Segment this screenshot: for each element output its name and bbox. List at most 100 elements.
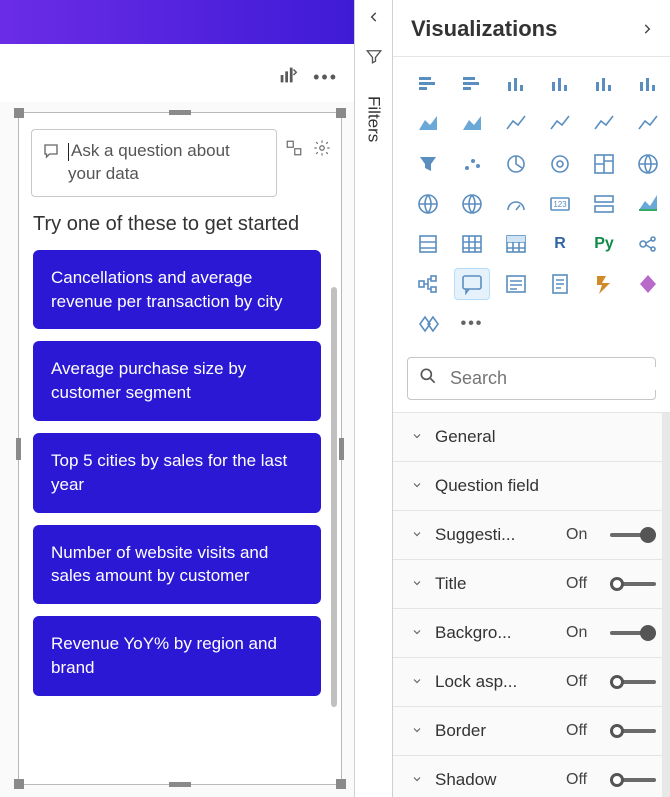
viz-line-stacked-icon[interactable] — [543, 109, 577, 139]
viz-key-influencers-icon[interactable] — [631, 229, 665, 259]
scrollbar[interactable] — [331, 177, 337, 744]
viz-more-visuals-icon[interactable] — [411, 309, 445, 339]
qna-visual[interactable]: Ask a question about your data Try one o… — [18, 112, 342, 785]
viz-line-icon[interactable] — [631, 69, 665, 99]
format-section[interactable]: Lock asp...Off — [393, 658, 670, 707]
gear-icon[interactable] — [313, 139, 331, 162]
viz-waterfall-icon[interactable] — [631, 109, 665, 139]
resize-handle[interactable] — [339, 438, 344, 460]
search-input[interactable] — [448, 367, 670, 390]
convert-visual-icon[interactable] — [285, 139, 303, 162]
viz-card-icon[interactable]: 123 — [543, 189, 577, 219]
toggle-switch[interactable] — [610, 673, 656, 691]
viz-area-icon[interactable] — [411, 109, 445, 139]
viz-clustered-bar-icon[interactable] — [455, 69, 489, 99]
resize-handle[interactable] — [16, 438, 21, 460]
suggestions-list: Cancellations and average revenue per tr… — [29, 250, 335, 763]
viz-multi-row-card-icon[interactable] — [587, 189, 621, 219]
suggestions-heading: Try one of these to get started — [33, 213, 331, 236]
toggle-switch[interactable] — [610, 526, 656, 544]
viz-stacked-bar-icon[interactable] — [411, 69, 445, 99]
scrollbar[interactable] — [662, 413, 670, 797]
format-section-label: Shadow — [435, 770, 556, 790]
viz-stacked-area-icon[interactable] — [455, 109, 489, 139]
viz-smart-narrative-icon[interactable] — [499, 269, 533, 299]
filters-pane-collapsed[interactable]: Filters — [355, 0, 393, 797]
viz-shape-map-icon[interactable] — [455, 189, 489, 219]
resize-handle[interactable] — [169, 110, 191, 115]
suggestion-item[interactable]: Average purchase size by customer segmen… — [33, 341, 321, 421]
toggle-switch[interactable] — [610, 771, 656, 789]
resize-handle[interactable] — [169, 782, 191, 787]
more-options-icon[interactable]: ••• — [313, 67, 338, 88]
format-section[interactable]: Question field — [393, 462, 670, 511]
toggle-state-label: On — [566, 624, 600, 642]
chevron-down-icon — [411, 427, 425, 447]
toggle-switch[interactable] — [610, 722, 656, 740]
suggestion-item[interactable]: Number of website visits and sales amoun… — [33, 525, 321, 605]
suggestion-item[interactable]: Top 5 cities by sales for the last year — [33, 433, 321, 513]
resize-handle[interactable] — [336, 779, 346, 789]
chevron-down-icon — [411, 721, 425, 741]
resize-handle[interactable] — [14, 108, 24, 118]
filter-funnel-icon[interactable] — [365, 47, 383, 70]
viz-python-visual-icon[interactable]: Py — [587, 229, 621, 259]
viz-power-apps-icon[interactable] — [631, 269, 665, 299]
ribbon-accent-bar — [0, 0, 354, 44]
viz-clustered-column-icon[interactable] — [543, 69, 577, 99]
chat-icon — [42, 142, 60, 167]
toggle-state-label: Off — [566, 575, 600, 593]
qna-question-input[interactable]: Ask a question about your data — [31, 129, 277, 197]
viz-stacked-column-icon[interactable] — [499, 69, 533, 99]
format-section[interactable]: TitleOff — [393, 560, 670, 609]
search-icon — [418, 366, 438, 391]
toggle-switch[interactable] — [610, 624, 656, 642]
viz-gauge-icon[interactable] — [499, 189, 533, 219]
viz-map-icon[interactable] — [631, 149, 665, 179]
toggle-switch[interactable] — [610, 575, 656, 593]
chevron-down-icon — [411, 476, 425, 496]
svg-text:123: 123 — [553, 200, 567, 209]
resize-handle[interactable] — [336, 108, 346, 118]
viz-more-options-icon[interactable]: ••• — [455, 309, 489, 339]
format-section[interactable]: General — [393, 413, 670, 462]
format-section-label: Suggesti... — [435, 525, 556, 545]
format-properties-list: General Question field Suggesti... On Tit… — [393, 413, 670, 797]
viz-ribbon-icon[interactable] — [587, 109, 621, 139]
viz-slicer-icon[interactable] — [411, 229, 445, 259]
chevron-down-icon — [411, 574, 425, 594]
viz-pie-icon[interactable] — [499, 149, 533, 179]
viz-funnel-icon[interactable] — [411, 149, 445, 179]
suggestion-item[interactable]: Cancellations and average revenue per tr… — [33, 250, 321, 330]
resize-handle[interactable] — [14, 779, 24, 789]
format-section[interactable]: Suggesti... On — [393, 511, 670, 560]
format-search[interactable] — [407, 357, 656, 400]
format-section-label: Backgro... — [435, 623, 556, 643]
pin-visual-icon[interactable] — [277, 64, 299, 91]
viz-qna-icon[interactable] — [455, 269, 489, 299]
viz-table-icon[interactable] — [455, 229, 489, 259]
viz-kpi-icon[interactable] — [631, 189, 665, 219]
viz-matrix-icon[interactable] — [499, 229, 533, 259]
viz-decomposition-tree-icon[interactable] — [411, 269, 445, 299]
viz-r-visual-icon[interactable]: R — [543, 229, 577, 259]
toggle-state-label: Off — [566, 722, 600, 740]
toggle-state-label: On — [566, 526, 600, 544]
format-section[interactable]: ShadowOff — [393, 756, 670, 797]
chevron-right-icon[interactable] — [640, 16, 654, 42]
viz-donut-icon[interactable] — [543, 149, 577, 179]
viz-line-clustered-icon[interactable] — [499, 109, 533, 139]
viz-scatter-icon[interactable] — [455, 149, 489, 179]
visualizations-pane: Visualizations 123RPy••• General Questio… — [393, 0, 670, 797]
viz-filled-map-icon[interactable] — [411, 189, 445, 219]
suggestion-item[interactable]: Revenue YoY% by region and brand — [33, 616, 321, 696]
chevron-left-icon[interactable] — [367, 10, 381, 29]
viz-power-automate-icon[interactable] — [587, 269, 621, 299]
viz-stacked-column-100-icon[interactable] — [587, 69, 621, 99]
format-section[interactable]: BorderOff — [393, 707, 670, 756]
viz-treemap-icon[interactable] — [587, 149, 621, 179]
chevron-down-icon — [411, 525, 425, 545]
viz-paginated-icon[interactable] — [543, 269, 577, 299]
format-section[interactable]: Backgro... On — [393, 609, 670, 658]
format-section-label: Lock asp... — [435, 672, 556, 692]
